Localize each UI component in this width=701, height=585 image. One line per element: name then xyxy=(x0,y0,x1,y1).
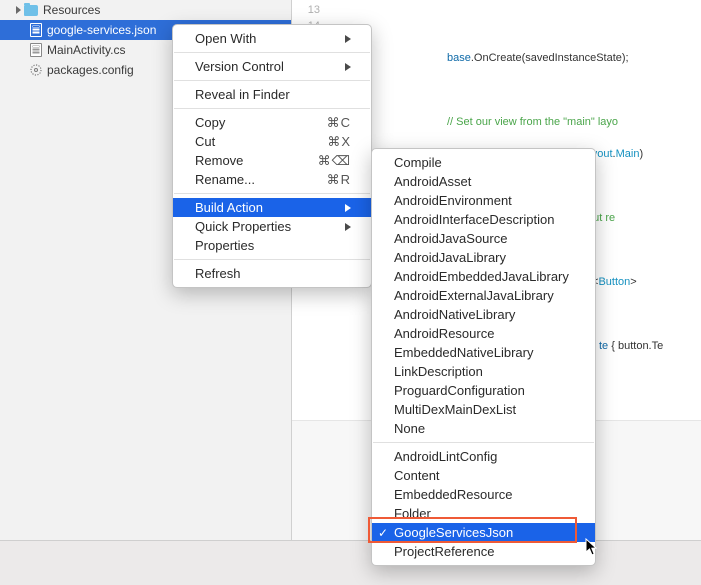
chevron-right-icon xyxy=(345,204,351,212)
menu-label: ProjectReference xyxy=(394,544,494,559)
menu-label: AndroidJavaSource xyxy=(394,231,507,246)
menu-label: Build Action xyxy=(195,200,263,215)
submenu-content[interactable]: Content xyxy=(372,466,595,485)
menu-remove[interactable]: Remove ⌘⌫ xyxy=(173,151,371,170)
tree-label: google-services.json xyxy=(47,23,156,37)
separator xyxy=(174,108,370,109)
folder-icon xyxy=(24,5,38,16)
separator xyxy=(174,52,370,53)
menu-label: Open With xyxy=(195,31,256,46)
submenu-projectreference[interactable]: ProjectReference xyxy=(372,542,595,561)
chevron-right-icon xyxy=(345,35,351,43)
menu-label: Folder xyxy=(394,506,431,521)
submenu-multidexmaindexlist[interactable]: MultiDexMainDexList xyxy=(372,400,595,419)
tree-label: MainActivity.cs xyxy=(47,43,125,57)
menu-label: EmbeddedNativeLibrary xyxy=(394,345,533,360)
menu-label: AndroidResource xyxy=(394,326,494,341)
menu-label: AndroidExternalJavaLibrary xyxy=(394,288,554,303)
menu-label: Version Control xyxy=(195,59,284,74)
menu-label: AndroidNativeLibrary xyxy=(394,307,515,322)
menu-reveal-finder[interactable]: Reveal in Finder xyxy=(173,85,371,104)
chevron-right-icon xyxy=(345,63,351,71)
menu-label: LinkDescription xyxy=(394,364,483,379)
menu-rename[interactable]: Rename... ⌘R xyxy=(173,170,371,189)
context-menu: Open With Version Control Reveal in Find… xyxy=(172,24,372,288)
file-icon xyxy=(30,43,42,57)
build-action-submenu: Compile AndroidAsset AndroidEnvironment And… xyxy=(371,148,596,566)
separator xyxy=(174,193,370,194)
submenu-linkdescription[interactable]: LinkDescription xyxy=(372,362,595,381)
shortcut: ⌘C xyxy=(327,115,351,131)
menu-label: MultiDexMainDexList xyxy=(394,402,516,417)
menu-properties[interactable]: Properties xyxy=(173,236,371,255)
submenu-androidjavasource[interactable]: AndroidJavaSource xyxy=(372,229,595,248)
submenu-androidinterfacedescription[interactable]: AndroidInterfaceDescription xyxy=(372,210,595,229)
menu-label: AndroidLintConfig xyxy=(394,449,497,464)
submenu-androidnativelibrary[interactable]: AndroidNativeLibrary xyxy=(372,305,595,324)
separator xyxy=(373,442,594,443)
menu-label: ProguardConfiguration xyxy=(394,383,525,398)
menu-label: AndroidAsset xyxy=(394,174,471,189)
cursor-icon xyxy=(585,538,599,561)
shortcut: ⌘X xyxy=(327,134,351,150)
tree-folder-resources[interactable]: Resources xyxy=(0,0,291,20)
separator xyxy=(174,259,370,260)
menu-label: Rename... xyxy=(195,172,255,187)
shortcut: ⌘R xyxy=(327,172,351,188)
submenu-androidenvironment[interactable]: AndroidEnvironment xyxy=(372,191,595,210)
menu-label: Cut xyxy=(195,134,215,149)
menu-quick-properties[interactable]: Quick Properties xyxy=(173,217,371,236)
submenu-androidembeddedjavalibrary[interactable]: AndroidEmbeddedJavaLibrary xyxy=(372,267,595,286)
menu-copy[interactable]: Copy ⌘C xyxy=(173,113,371,132)
submenu-androidresource[interactable]: AndroidResource xyxy=(372,324,595,343)
menu-label: Content xyxy=(394,468,440,483)
menu-label: AndroidInterfaceDescription xyxy=(394,212,554,227)
shortcut: ⌘⌫ xyxy=(318,153,351,169)
tree-label: packages.config xyxy=(47,63,134,77)
submenu-embeddednativelibrary[interactable]: EmbeddedNativeLibrary xyxy=(372,343,595,362)
submenu-proguardconfiguration[interactable]: ProguardConfiguration xyxy=(372,381,595,400)
check-icon: ✓ xyxy=(378,526,388,540)
menu-refresh[interactable]: Refresh xyxy=(173,264,371,283)
menu-label: Copy xyxy=(195,115,225,130)
separator xyxy=(174,80,370,81)
menu-label: Quick Properties xyxy=(195,219,291,234)
menu-label: Refresh xyxy=(195,266,241,281)
menu-label: AndroidEnvironment xyxy=(394,193,512,208)
menu-label: Reveal in Finder xyxy=(195,87,290,102)
submenu-none[interactable]: None xyxy=(372,419,595,438)
submenu-androidlintconfig[interactable]: AndroidLintConfig xyxy=(372,447,595,466)
submenu-embeddedresource[interactable]: EmbeddedResource xyxy=(372,485,595,504)
chevron-right-icon xyxy=(345,223,351,231)
submenu-googleservicesjson[interactable]: ✓ GoogleServicesJson xyxy=(372,523,595,542)
menu-build-action[interactable]: Build Action xyxy=(173,198,371,217)
menu-label: EmbeddedResource xyxy=(394,487,513,502)
menu-label: GoogleServicesJson xyxy=(394,525,513,540)
menu-version-control[interactable]: Version Control xyxy=(173,57,371,76)
menu-label: Properties xyxy=(195,238,254,253)
submenu-folder[interactable]: Folder xyxy=(372,504,595,523)
menu-open-with[interactable]: Open With xyxy=(173,29,371,48)
submenu-androidexternaljavalibrary[interactable]: AndroidExternalJavaLibrary xyxy=(372,286,595,305)
menu-label: AndroidJavaLibrary xyxy=(394,250,506,265)
file-icon xyxy=(30,23,42,37)
menu-label: AndroidEmbeddedJavaLibrary xyxy=(394,269,569,284)
menu-label: Remove xyxy=(195,153,243,168)
menu-cut[interactable]: Cut ⌘X xyxy=(173,132,371,151)
submenu-androidasset[interactable]: AndroidAsset xyxy=(372,172,595,191)
submenu-compile[interactable]: Compile xyxy=(372,153,595,172)
gear-icon xyxy=(30,64,42,76)
tree-label: Resources xyxy=(43,3,100,17)
submenu-androidjavalibrary[interactable]: AndroidJavaLibrary xyxy=(372,248,595,267)
chevron-right-icon xyxy=(16,6,21,14)
menu-label: None xyxy=(394,421,425,436)
menu-label: Compile xyxy=(394,155,442,170)
